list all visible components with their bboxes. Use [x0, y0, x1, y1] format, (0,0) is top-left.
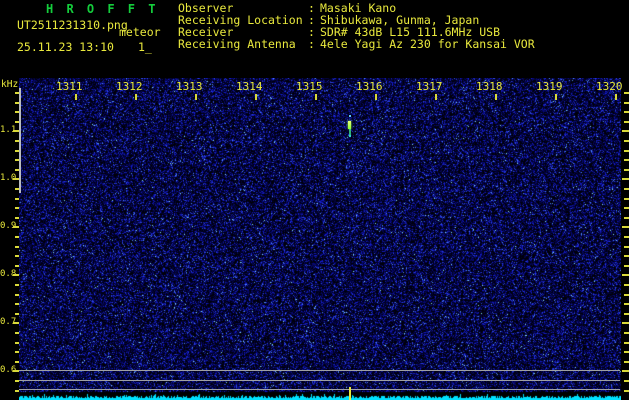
- x-tick-label: 1319: [536, 80, 563, 93]
- reference-line-056: [19, 389, 620, 390]
- y-tick-label: 0.7: [0, 317, 17, 327]
- reference-line-060: [19, 370, 620, 371]
- info-label: Receiving Antenna: [178, 37, 296, 51]
- y-tick-right: [624, 121, 629, 123]
- y-tick-right: [624, 303, 629, 305]
- y-tick-right: [622, 370, 629, 372]
- y-tick-right: [624, 361, 629, 363]
- y-tick-right: [622, 130, 629, 132]
- meteor-echo-dot-bottom: [349, 135, 351, 137]
- y-tick-right: [624, 198, 629, 200]
- y-tick-right: [624, 236, 629, 238]
- y-tick-left: [15, 236, 19, 238]
- y-tick-right: [624, 390, 629, 392]
- y-tick-right: [624, 313, 629, 315]
- y-tick-right: [624, 380, 629, 382]
- start-carrier-line: [19, 88, 21, 193]
- y-tick-right: [624, 140, 629, 142]
- y-tick-left: [15, 303, 19, 305]
- x-tick: [375, 94, 377, 100]
- y-tick-label: 0.6: [0, 365, 17, 375]
- header-info: Observer: Masaki Kano Receiving Location: S…: [178, 2, 535, 50]
- y-tick-label: 0.8: [0, 269, 17, 279]
- y-tick-left: [15, 351, 19, 353]
- y-tick-left: [15, 255, 19, 257]
- x-tick-label: 1316: [356, 80, 383, 93]
- x-tick-label: 1317: [416, 80, 443, 93]
- spectrogram-canvas: [19, 78, 621, 400]
- y-tick-left: [13, 226, 19, 228]
- y-tick-right: [624, 207, 629, 209]
- x-tick-label: 1313: [176, 80, 203, 93]
- y-tick-left: [15, 361, 19, 363]
- y-tick-right: [624, 102, 629, 104]
- y-tick-right: [624, 351, 629, 353]
- y-tick-left: [15, 217, 19, 219]
- info-value: 4ele Yagi Az 230 for Kansai VOR: [320, 37, 535, 51]
- x-tick: [255, 94, 257, 100]
- y-tick-right: [622, 178, 629, 180]
- info-separator: :: [308, 37, 315, 51]
- x-tick: [615, 94, 617, 100]
- x-tick-label: 1315: [296, 80, 323, 93]
- y-tick-left: [15, 390, 19, 392]
- y-tick-right: [624, 159, 629, 161]
- y-tick-left: [15, 342, 19, 344]
- meteor-time-marker: [349, 387, 351, 400]
- y-tick-right: [624, 265, 629, 267]
- y-axis-unit: kHz: [1, 79, 19, 90]
- x-tick-label: 1318: [476, 80, 503, 93]
- y-tick-left: [13, 274, 19, 276]
- y-tick-right: [624, 150, 629, 152]
- hrofft-screen: H R O F F T UT2511231310.png meteor 25.1…: [0, 0, 629, 400]
- meteor-count: 1_: [138, 40, 152, 54]
- y-tick-right: [622, 322, 629, 324]
- x-tick: [75, 94, 77, 100]
- x-tick-label: 1314: [236, 80, 263, 93]
- y-tick-right: [624, 284, 629, 286]
- meteor-echo: [348, 121, 351, 129]
- y-tick-right: [624, 332, 629, 334]
- y-tick-right: [624, 342, 629, 344]
- x-tick: [555, 94, 557, 100]
- y-tick-right: [624, 92, 629, 94]
- x-tick: [195, 94, 197, 100]
- meteor-echo-dot-top: [349, 115, 351, 117]
- y-tick-left: [15, 246, 19, 248]
- x-tick: [495, 94, 497, 100]
- y-tick-right: [624, 169, 629, 171]
- y-tick-right: [624, 255, 629, 257]
- y-tick-right: [622, 226, 629, 228]
- y-tick-left: [13, 322, 19, 324]
- y-tick-left: [15, 265, 19, 267]
- y-tick-right: [622, 274, 629, 276]
- reference-line-058: [19, 380, 620, 381]
- y-tick-right: [624, 246, 629, 248]
- y-tick-right: [624, 188, 629, 190]
- y-tick-right: [624, 111, 629, 113]
- y-tick-right: [624, 217, 629, 219]
- x-tick-label: 1312: [116, 80, 143, 93]
- program-label: meteor: [119, 25, 161, 39]
- app-title: H R O F F T: [46, 2, 159, 16]
- header-info-row: Receiving Antenna:4ele Yagi Az 230 for K…: [178, 38, 535, 50]
- observation-datetime: 25.11.23 13:10: [17, 40, 114, 54]
- y-tick-left: [15, 207, 19, 209]
- y-tick-right: [624, 294, 629, 296]
- y-tick-left: [15, 313, 19, 315]
- y-tick-left: [15, 284, 19, 286]
- y-tick-label: 0.9: [0, 221, 17, 231]
- y-tick-left: [15, 198, 19, 200]
- x-tick: [315, 94, 317, 100]
- y-tick-left: [15, 294, 19, 296]
- x-tick-label: 1311: [56, 80, 83, 93]
- y-tick-left: [15, 332, 19, 334]
- y-tick-label: 1.0: [0, 173, 17, 183]
- x-tick: [435, 94, 437, 100]
- output-filename: UT2511231310.png: [17, 18, 128, 32]
- x-tick: [135, 94, 137, 100]
- y-tick-label: 1.1: [0, 125, 17, 135]
